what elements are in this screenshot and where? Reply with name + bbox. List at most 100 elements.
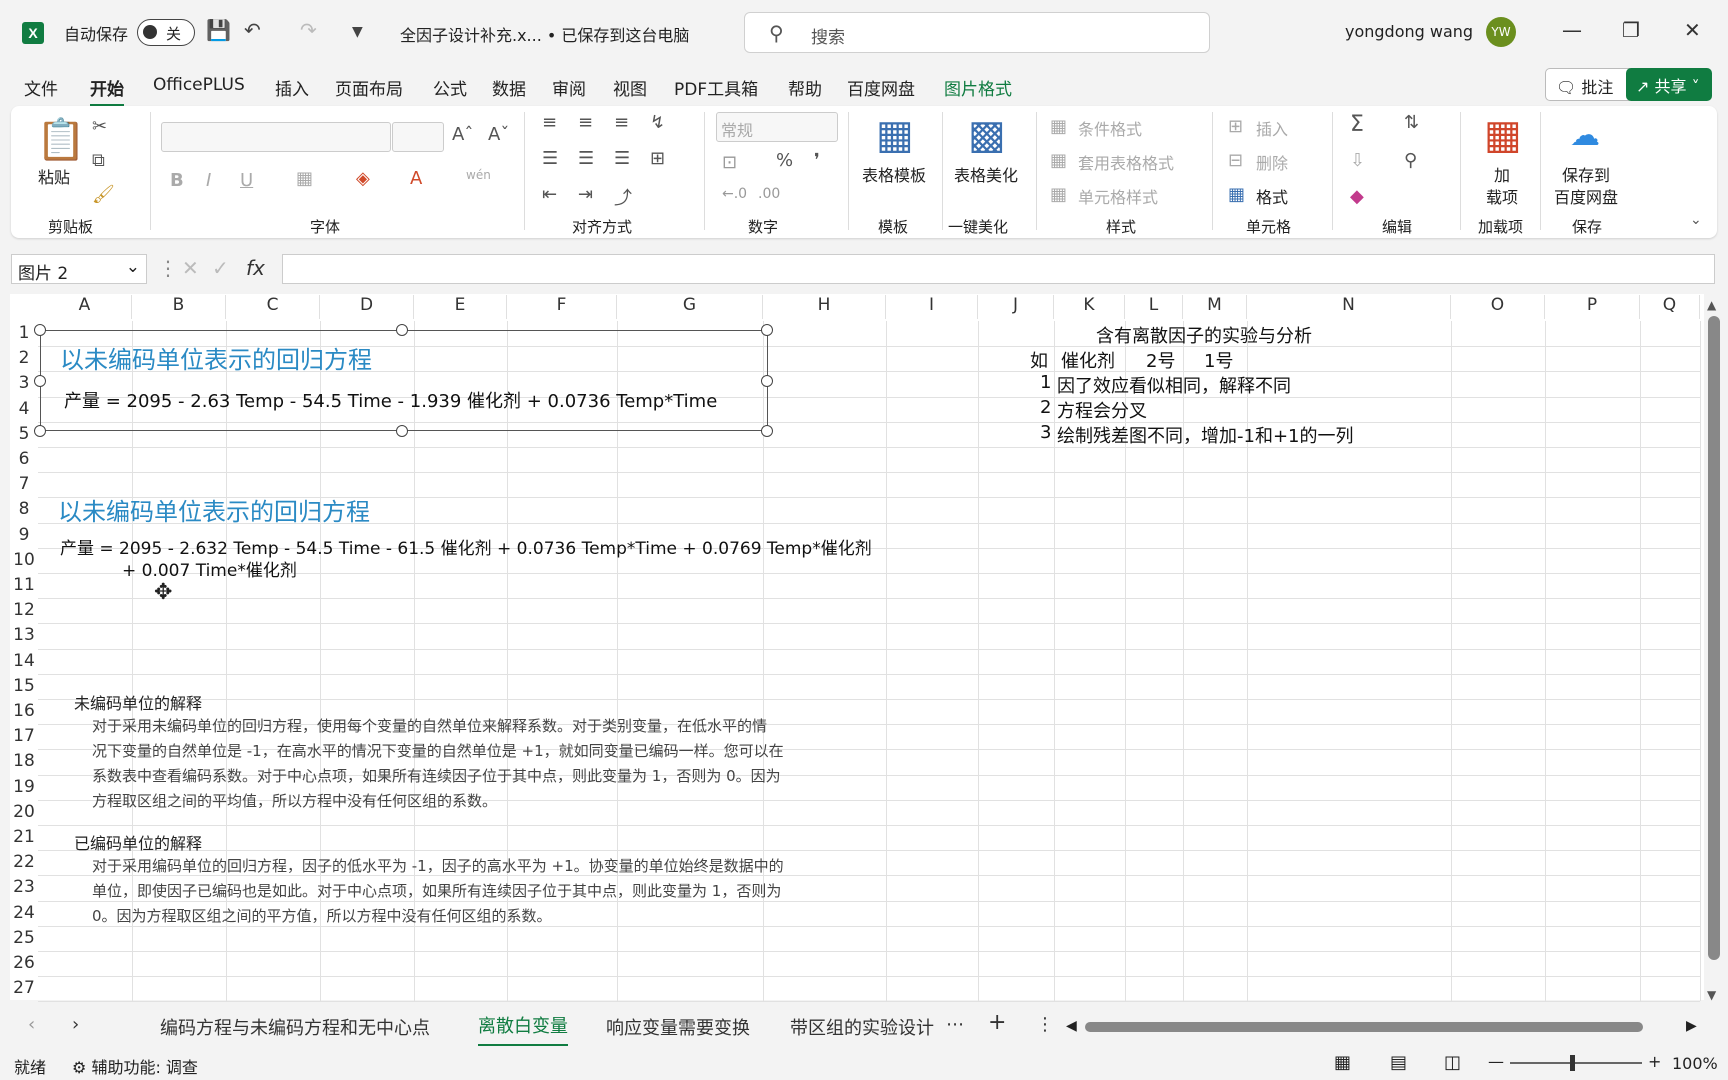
menu-file[interactable]: 文件: [24, 75, 58, 100]
row-header[interactable]: 4: [10, 399, 38, 424]
cell-k3[interactable]: 因了效应看似相同，解释不同: [1057, 372, 1291, 398]
cell-m2[interactable]: 1号: [1204, 347, 1233, 373]
name-box[interactable]: 图片 2 ⌄: [11, 254, 147, 284]
currency-icon[interactable]: ⊡: [722, 152, 737, 173]
comma-icon[interactable]: ❜: [814, 150, 820, 171]
table-template-label[interactable]: 表格模板: [862, 162, 926, 186]
column-header[interactable]: N: [1247, 295, 1451, 319]
menu-officeplus[interactable]: OfficePLUS: [153, 75, 245, 95]
cell-j4[interactable]: 2: [1040, 397, 1051, 418]
customize-qat-icon[interactable]: ▼: [352, 24, 363, 40]
paste-label[interactable]: 粘贴: [38, 164, 70, 188]
scroll-down-icon[interactable]: ▼: [1707, 988, 1716, 1002]
save-baidu-label-2[interactable]: 百度网盘: [1554, 184, 1618, 208]
avatar[interactable]: YW: [1486, 17, 1516, 47]
copy-icon[interactable]: ⧉: [92, 150, 105, 171]
zoom-in-icon[interactable]: +: [1648, 1052, 1661, 1071]
column-header[interactable]: I: [886, 295, 978, 319]
find-icon[interactable]: ⚲: [1404, 150, 1417, 171]
row-header[interactable]: 26: [10, 953, 38, 978]
column-header[interactable]: O: [1451, 295, 1545, 319]
row-header[interactable]: 24: [10, 903, 38, 928]
menu-view[interactable]: 视图: [613, 75, 647, 100]
row-header[interactable]: 23: [10, 877, 38, 902]
sort-filter-icon[interactable]: ⇅: [1404, 112, 1419, 133]
row-header[interactable]: 15: [10, 676, 38, 701]
percent-icon[interactable]: %: [776, 150, 793, 171]
tab-prev-icon[interactable]: ‹: [28, 1014, 35, 1035]
column-header[interactable]: Q: [1640, 295, 1700, 319]
column-header[interactable]: G: [617, 295, 763, 319]
tab-discrete-variable[interactable]: 离散白变量: [478, 1012, 568, 1047]
row-header[interactable]: 12: [10, 600, 38, 625]
autosum-icon[interactable]: Σ: [1350, 112, 1364, 137]
tab-next-icon[interactable]: ›: [72, 1014, 79, 1035]
increase-indent-icon[interactable]: ⇥: [578, 184, 593, 205]
scroll-left-icon[interactable]: ◀: [1066, 1018, 1077, 1034]
autosave-toggle[interactable]: 关: [137, 19, 195, 46]
column-header[interactable]: M: [1183, 295, 1247, 319]
decrease-indent-icon[interactable]: ⇤: [542, 184, 557, 205]
row-header[interactable]: 9: [10, 525, 38, 550]
row-header[interactable]: 13: [10, 625, 38, 650]
collapse-ribbon-icon[interactable]: ⌄: [1690, 212, 1702, 228]
cell-k4[interactable]: 方程会分叉: [1057, 397, 1147, 423]
menu-home[interactable]: 开始: [90, 75, 124, 107]
baidu-cloud-icon[interactable]: ☁: [1570, 118, 1600, 153]
addins-label-2[interactable]: 载项: [1486, 184, 1518, 208]
zoom-slider[interactable]: [1510, 1062, 1642, 1064]
addins-label-1[interactable]: 加: [1494, 162, 1510, 186]
zoom-thumb[interactable]: [1570, 1055, 1575, 1071]
cell-l2[interactable]: 2号: [1146, 347, 1175, 373]
row-header[interactable]: 22: [10, 852, 38, 877]
clear-icon[interactable]: ◆: [1350, 186, 1364, 207]
number-format-combo[interactable]: 常规: [716, 112, 838, 142]
resize-handle[interactable]: [34, 425, 46, 437]
bold-icon[interactable]: B: [170, 170, 184, 191]
row-header[interactable]: 17: [10, 726, 38, 751]
border-icon[interactable]: ▦: [296, 168, 313, 189]
menu-picture-format[interactable]: 图片格式: [944, 75, 1012, 100]
zoom-out-icon[interactable]: —: [1488, 1052, 1504, 1071]
format-cells-label[interactable]: 格式: [1256, 184, 1288, 208]
row-header[interactable]: 10: [10, 550, 38, 575]
enter-icon[interactable]: ✓: [212, 256, 229, 280]
fill-icon[interactable]: ⇩: [1350, 150, 1365, 171]
format-painter-icon[interactable]: 🖌: [92, 184, 115, 205]
cell-j5[interactable]: 3: [1040, 422, 1051, 443]
row-header[interactable]: 21: [10, 827, 38, 852]
cond-format-label[interactable]: 条件格式: [1078, 116, 1142, 140]
menu-page-layout[interactable]: 页面布局: [335, 75, 403, 100]
table-template-icon[interactable]: ▦: [876, 112, 914, 158]
comment-button[interactable]: 🗨 批注: [1545, 68, 1634, 101]
font-color-icon[interactable]: A: [410, 168, 422, 189]
fill-color-icon[interactable]: ◈: [356, 168, 370, 189]
cell-title[interactable]: 含有离散因子的实验与分析: [1096, 322, 1312, 348]
grow-font-icon[interactable]: Aˆ: [452, 124, 473, 145]
align-right-icon[interactable]: ☰: [614, 148, 630, 169]
format-cells-icon[interactable]: ▦: [1228, 184, 1245, 205]
decrease-decimal-icon[interactable]: .00: [758, 186, 780, 202]
menu-data[interactable]: 数据: [492, 75, 526, 100]
undo-icon[interactable]: ↶: [244, 18, 261, 42]
add-sheet-icon[interactable]: +: [988, 1010, 1006, 1035]
resize-handle[interactable]: [761, 324, 773, 336]
zoom-level[interactable]: 100%: [1672, 1054, 1718, 1073]
cell-j3[interactable]: 1: [1040, 372, 1051, 393]
column-header[interactable]: H: [763, 295, 886, 319]
cell-k5[interactable]: 绘制残差图不同，增加-1和+1的一列: [1057, 422, 1353, 448]
paste-icon[interactable]: 📋: [36, 116, 86, 163]
page-break-icon[interactable]: ◫: [1444, 1052, 1461, 1073]
row-header[interactable]: 27: [10, 978, 38, 1003]
cell-j2[interactable]: 如: [1030, 347, 1048, 373]
column-header[interactable]: D: [320, 295, 414, 319]
align-left-icon[interactable]: ☰: [542, 148, 558, 169]
menu-pdf[interactable]: PDF工具箱: [674, 75, 758, 100]
more-icon[interactable]: ⋮: [158, 256, 178, 280]
menu-formulas[interactable]: 公式: [433, 75, 467, 100]
insert-cells-icon[interactable]: ⊞: [1228, 116, 1243, 137]
column-header[interactable]: L: [1125, 295, 1183, 319]
normal-view-icon[interactable]: ▦: [1334, 1052, 1351, 1073]
row-header[interactable]: 19: [10, 777, 38, 802]
file-name[interactable]: 全因子设计补充.x... • 已保存到这台电脑: [400, 22, 689, 46]
